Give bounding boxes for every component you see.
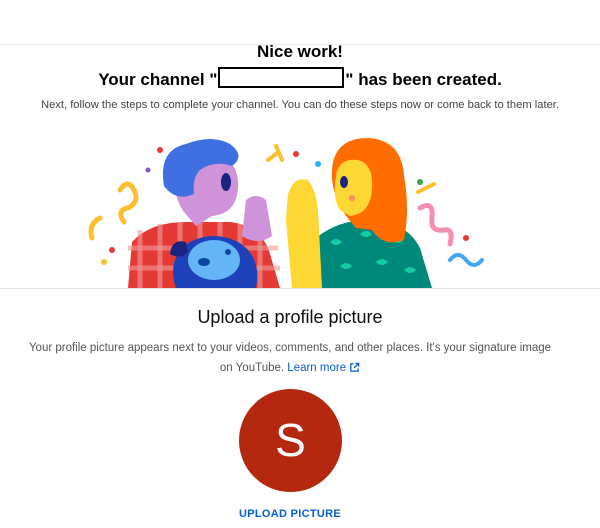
external-link-icon (349, 360, 360, 380)
page-title: Nice work! (257, 42, 343, 61)
celebration-illustration (0, 130, 600, 288)
upload-section-title: Upload a profile picture (197, 307, 383, 327)
learn-more-label: Learn more (287, 362, 347, 374)
channel-created-message: Your channel " " has been created. (0, 67, 600, 90)
page-subtitle: Next, follow the steps to complete your … (40, 99, 560, 111)
profile-avatar: S (239, 389, 342, 492)
top-bar (0, 0, 600, 45)
channel-prefix: Your channel " (98, 70, 218, 89)
upload-picture-button[interactable]: UPLOAD PICTURE (230, 508, 350, 520)
channel-suffix: " has been created. (345, 70, 502, 89)
section-divider (0, 288, 600, 289)
upload-section-description: Your profile picture appears next to you… (28, 338, 552, 380)
redacted-channel-name (218, 67, 345, 88)
learn-more-link[interactable]: Learn more (287, 362, 360, 374)
